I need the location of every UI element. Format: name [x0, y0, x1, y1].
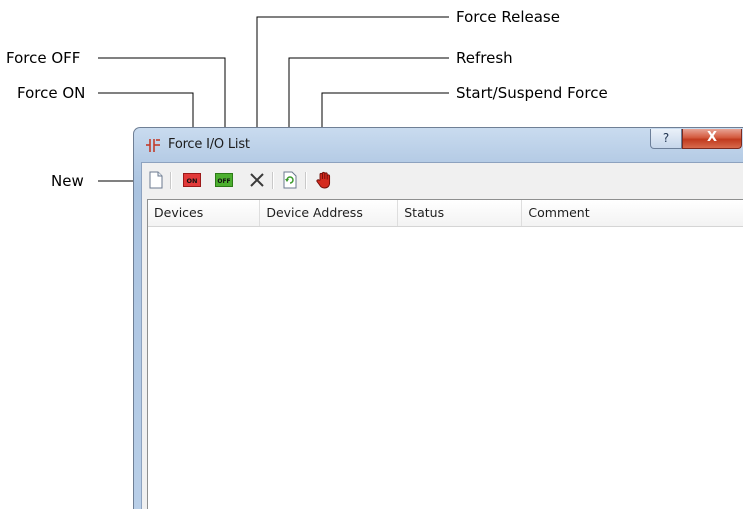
column-header-status[interactable]: Status — [398, 200, 523, 226]
title-bar[interactable]: Force I/O List ? X — [134, 128, 743, 162]
label-force-release: Force Release — [456, 8, 560, 26]
label-start-suspend: Start/Suspend Force — [456, 84, 608, 102]
new-document-icon[interactable] — [148, 171, 164, 189]
window-title: Force I/O List — [168, 137, 250, 152]
toolbar: ON OFF — [142, 163, 743, 197]
force-io-list-window: Force I/O List ? X ON OFF Devices Device… — [133, 127, 743, 509]
refresh-icon[interactable] — [282, 171, 298, 189]
force-on-icon[interactable]: ON — [183, 171, 201, 189]
toolbar-separator — [272, 172, 274, 189]
column-header-device-address[interactable]: Device Address — [260, 200, 399, 226]
hand-stop-icon[interactable] — [315, 171, 333, 189]
close-button[interactable]: X — [682, 129, 742, 149]
label-new: New — [51, 172, 84, 190]
toolbar-separator — [305, 172, 307, 189]
toolbar-separator — [170, 172, 172, 189]
list-body[interactable] — [148, 227, 743, 509]
window-client-area: ON OFF Devices Device Address Status Com… — [141, 162, 743, 509]
force-off-icon[interactable]: OFF — [215, 171, 233, 189]
force-off-text: OFF — [217, 178, 230, 185]
label-force-on: Force ON — [17, 84, 86, 102]
force-release-icon[interactable] — [249, 171, 265, 189]
force-on-text: ON — [187, 177, 198, 185]
column-header-devices[interactable]: Devices — [148, 200, 261, 226]
force-io-list[interactable]: Devices Device Address Status Comment — [147, 199, 743, 509]
list-header: Devices Device Address Status Comment — [148, 200, 743, 227]
help-button[interactable]: ? — [650, 129, 682, 149]
label-force-off: Force OFF — [6, 49, 81, 67]
app-icon — [146, 139, 160, 152]
column-header-comment[interactable]: Comment — [522, 200, 743, 226]
label-refresh: Refresh — [456, 49, 513, 67]
